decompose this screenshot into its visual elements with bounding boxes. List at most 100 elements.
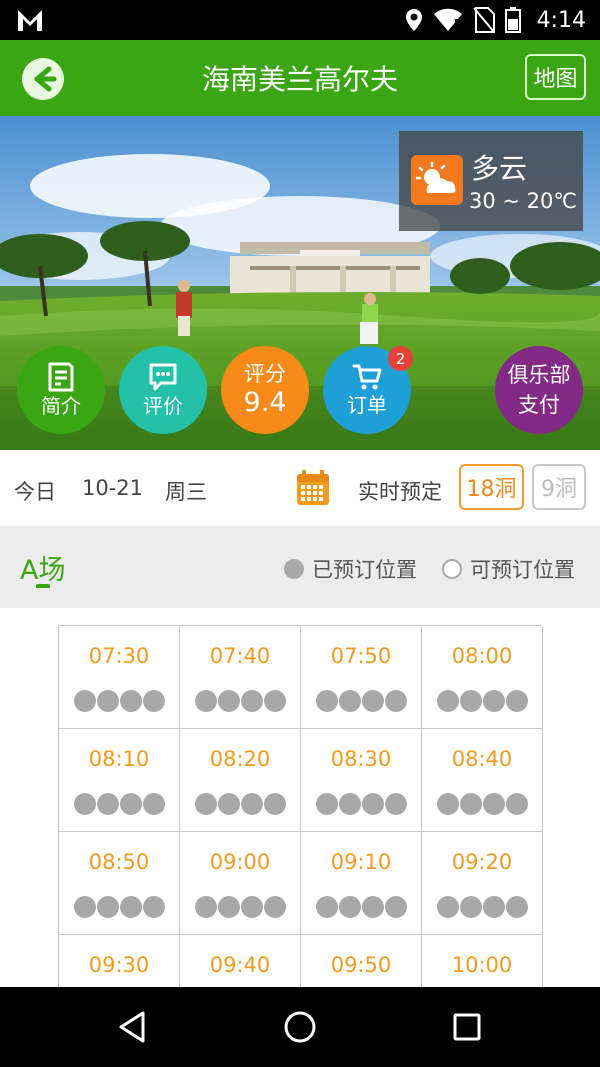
tee-time-slot[interactable]: 08:20 bbox=[180, 729, 301, 832]
tee-time-grid: 07:30 07:40 07:50 08:00 08:10 08:20 08:30 08:40… bbox=[58, 625, 543, 1038]
weather-condition: 多云 bbox=[471, 152, 528, 185]
tee-time-label: 07:30 bbox=[88, 644, 150, 668]
booked-seat-icon bbox=[142, 896, 165, 918]
tee-time-slot[interactable]: 08:30 bbox=[301, 729, 422, 832]
tee-time-label: 09:50 bbox=[330, 953, 392, 977]
tee-time-label: 09:00 bbox=[209, 850, 271, 874]
course-header: A场 已预订位置 可预订位置 bbox=[0, 526, 600, 608]
holes-18-toggle[interactable]: 18洞 bbox=[459, 464, 524, 510]
date-selector-row: 今日 10-21 周三 实时预定 18洞 9洞 bbox=[0, 450, 600, 526]
booked-seat-icon bbox=[505, 793, 528, 815]
tee-time-slot[interactable]: 07:30 bbox=[59, 626, 180, 729]
holes-9-toggle[interactable]: 9洞 bbox=[532, 464, 586, 510]
booked-seat-icon bbox=[384, 793, 407, 815]
booked-seat-icon bbox=[459, 793, 482, 815]
club-payment-button[interactable]: 俱乐部 支付 bbox=[495, 346, 583, 434]
seat-indicators bbox=[180, 690, 300, 712]
chat-bubble-icon bbox=[149, 363, 177, 391]
weather-panel: 多云 30 ~ 20℃ bbox=[399, 131, 583, 231]
legend-available: 可预订位置 bbox=[442, 554, 575, 584]
map-button[interactable]: 地图 bbox=[525, 54, 586, 100]
booked-seat-icon bbox=[263, 690, 286, 712]
tee-time-label: 08:30 bbox=[330, 747, 392, 771]
booked-seat-icon bbox=[505, 896, 528, 918]
tee-time-label: 07:40 bbox=[209, 644, 271, 668]
review-label: 评价 bbox=[143, 394, 183, 418]
seat-indicators bbox=[301, 690, 421, 712]
booked-seat-icon bbox=[119, 690, 142, 712]
today-label: 今日 bbox=[14, 480, 56, 504]
page-title: 海南美兰高尔夫 bbox=[201, 63, 398, 96]
legend-booked: 已预订位置 bbox=[284, 554, 417, 584]
tee-time-label: 08:10 bbox=[88, 747, 150, 771]
booked-seat-icon bbox=[142, 690, 165, 712]
tee-time-label: 09:30 bbox=[88, 953, 150, 977]
document-icon bbox=[48, 362, 74, 392]
course-tab-indicator bbox=[36, 584, 50, 588]
seat-indicators bbox=[180, 896, 300, 918]
navigation-bar bbox=[0, 987, 600, 1067]
booked-seat-icon bbox=[361, 793, 384, 815]
booked-seat-icon bbox=[482, 793, 505, 815]
booked-seat-icon bbox=[338, 896, 361, 918]
booked-seat-icon bbox=[436, 690, 459, 712]
system-icons: 4:14 bbox=[405, 0, 586, 40]
booked-seat-icon bbox=[194, 896, 217, 918]
booked-seat-icon bbox=[338, 793, 361, 815]
booked-dot-icon bbox=[284, 559, 304, 579]
booked-seat-icon bbox=[73, 896, 96, 918]
calendar-icon[interactable] bbox=[296, 470, 330, 506]
title-bar: 海南美兰高尔夫 地图 bbox=[0, 40, 600, 116]
booked-seat-icon bbox=[315, 896, 338, 918]
date-value: 10-21 bbox=[82, 476, 144, 500]
available-dot-icon bbox=[442, 559, 462, 579]
club-payment-label-line2: 支付 bbox=[518, 393, 560, 417]
tee-time-slot[interactable]: 09:00 bbox=[180, 832, 301, 935]
booked-seat-icon bbox=[217, 896, 240, 918]
booked-seat-icon bbox=[96, 896, 119, 918]
no-sim-icon bbox=[472, 7, 495, 33]
booked-seat-icon bbox=[217, 690, 240, 712]
intro-button[interactable]: 简介 bbox=[17, 346, 105, 434]
tee-time-label: 08:50 bbox=[88, 850, 150, 874]
tee-time-slot[interactable]: 08:00 bbox=[422, 626, 543, 729]
booked-seat-icon bbox=[315, 793, 338, 815]
wifi-icon bbox=[433, 8, 462, 31]
course-tab-a[interactable]: A场 bbox=[20, 548, 65, 587]
weekday-value: 周三 bbox=[165, 480, 207, 504]
booked-seat-icon bbox=[240, 690, 263, 712]
shopping-cart-icon bbox=[352, 364, 382, 390]
tee-time-slot[interactable]: 08:40 bbox=[422, 729, 543, 832]
tee-time-slot[interactable]: 08:10 bbox=[59, 729, 180, 832]
booked-seat-icon bbox=[436, 896, 459, 918]
booked-seat-icon bbox=[194, 793, 217, 815]
booked-seat-icon bbox=[459, 896, 482, 918]
seat-indicators bbox=[59, 896, 179, 918]
clock: 4:14 bbox=[536, 7, 586, 33]
booked-seat-icon bbox=[73, 690, 96, 712]
course-hero-image: 多云 30 ~ 20℃ 简介 评价 评分 9.4 订单 2 俱乐部 支付 bbox=[0, 116, 600, 450]
nav-home-icon[interactable] bbox=[282, 1009, 318, 1045]
tee-time-slot[interactable]: 07:50 bbox=[301, 626, 422, 729]
weather-temperature: 30 ~ 20℃ bbox=[469, 189, 577, 213]
booked-seat-icon bbox=[338, 690, 361, 712]
gmail-icon bbox=[18, 10, 42, 31]
booked-seat-icon bbox=[384, 896, 407, 918]
tee-time-slot[interactable]: 08:50 bbox=[59, 832, 180, 935]
seat-indicators bbox=[301, 793, 421, 815]
tee-time-slot[interactable]: 09:10 bbox=[301, 832, 422, 935]
score-button[interactable]: 评分 9.4 bbox=[221, 346, 309, 434]
tee-time-slot[interactable]: 09:20 bbox=[422, 832, 543, 935]
tee-time-label: 08:20 bbox=[209, 747, 271, 771]
seat-indicators bbox=[422, 793, 542, 815]
booked-seat-icon bbox=[142, 793, 165, 815]
order-label: 订单 bbox=[347, 393, 387, 417]
tee-time-slot[interactable]: 07:40 bbox=[180, 626, 301, 729]
review-button[interactable]: 评价 bbox=[119, 346, 207, 434]
nav-back-icon[interactable] bbox=[115, 1009, 151, 1045]
tee-time-label: 10:00 bbox=[451, 953, 513, 977]
booked-seat-icon bbox=[240, 896, 263, 918]
seat-indicators bbox=[301, 896, 421, 918]
seat-indicators bbox=[422, 896, 542, 918]
nav-recents-icon[interactable] bbox=[449, 1009, 485, 1045]
